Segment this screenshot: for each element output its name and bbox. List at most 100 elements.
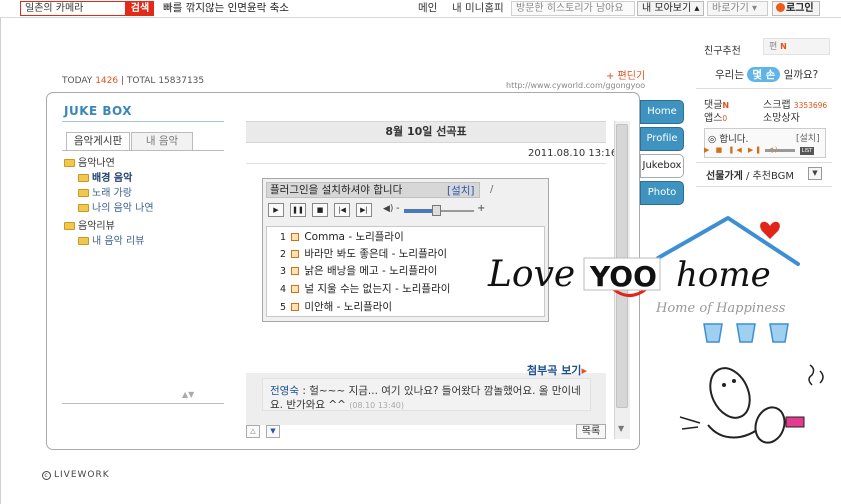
nav-minihompy[interactable]: 내 미니홈피 xyxy=(452,2,504,15)
comment-author[interactable]: 전영숙 xyxy=(270,385,299,397)
character-head xyxy=(709,367,751,419)
prev-icon: |◀ xyxy=(338,206,346,214)
login-icon xyxy=(776,3,785,12)
caret-down-icon: ▼ xyxy=(270,427,276,435)
tree-item-my-music-story[interactable]: 나의 음악 나연 xyxy=(78,202,154,216)
cup-icon xyxy=(736,323,756,343)
track-play-icon xyxy=(291,233,299,241)
days-together: 우리는 몇 손 일까요? xyxy=(715,67,818,82)
side-tab-home[interactable]: Home xyxy=(640,100,684,124)
play-icon: ▶ xyxy=(273,206,279,214)
mini-volume[interactable] xyxy=(765,149,795,152)
prev-button[interactable]: |◀ xyxy=(334,203,350,217)
track-title: 바라만 봐도 좋은데 - 노리플라이 xyxy=(304,248,448,260)
tab-music-board[interactable]: 음악게시판 xyxy=(66,132,130,151)
mini-player-setup[interactable]: [설치] xyxy=(796,131,820,144)
tree-label: 나의 음악 나연 xyxy=(92,203,154,214)
stat-label: 앱스 xyxy=(704,113,723,124)
next-icon: ▶| xyxy=(360,206,368,214)
stop-button[interactable]: ■ xyxy=(312,203,328,217)
collect-label: 내 모아보기 xyxy=(642,3,692,14)
gift-shop[interactable]: 선물가게 / 추천BGM xyxy=(706,167,794,182)
side-tab-profile[interactable]: Profile xyxy=(640,127,684,151)
track-number: 5 xyxy=(279,302,286,313)
scroll-down-icon[interactable]: ▼ xyxy=(618,424,624,433)
sidebar-divider xyxy=(696,162,832,163)
news-link[interactable]: 빠를 깎지않는 인면윤락 축소 xyxy=(163,2,289,15)
tab-divider xyxy=(62,150,224,151)
character-shoe xyxy=(785,416,805,428)
track-play-icon xyxy=(291,267,299,275)
chevron-down-icon: ▾ xyxy=(752,3,758,14)
nav-main[interactable]: 메인 xyxy=(418,2,437,15)
mini-list-button[interactable]: LIST xyxy=(800,147,814,155)
side-tab-photo[interactable]: Photo xyxy=(640,181,684,205)
collect-button[interactable]: 내 모아보기 ▴ xyxy=(637,1,704,16)
character-head-2 xyxy=(754,406,786,444)
tree-item-bgm[interactable]: 배경 음악 xyxy=(78,172,132,186)
tree-label: 노래 가랑 xyxy=(92,188,132,199)
copyright-icon: c xyxy=(42,471,51,480)
search-button[interactable]: 검색 xyxy=(126,1,154,16)
character-eye xyxy=(732,379,736,383)
history-dropdown[interactable]: 방문한 히스토리가 남아요 xyxy=(511,1,635,16)
folder-icon xyxy=(78,237,89,245)
scroll-arrows-icon[interactable]: ▲▼ xyxy=(182,390,194,399)
love-text: Love xyxy=(487,254,575,295)
shortcut-dropdown[interactable]: 바로가기 ▾ xyxy=(707,1,768,16)
up-button[interactable]: △ xyxy=(246,425,260,438)
stat-wishbox[interactable]: 소망상자 xyxy=(763,109,800,124)
stat-label: 소망상자 xyxy=(763,113,800,124)
left-border xyxy=(0,18,1,504)
doodle-illustration xyxy=(679,364,824,444)
stat-value: 0 xyxy=(722,114,728,123)
list-button[interactable]: 목록 xyxy=(576,424,606,439)
pause-button[interactable]: ❚❚ xyxy=(290,203,306,217)
tree-item-my-music-review[interactable]: 내 음악 리뷰 xyxy=(78,235,144,249)
track-play-icon xyxy=(291,285,299,293)
days-prefix: 우리는 xyxy=(715,69,744,81)
title-divider xyxy=(62,121,224,122)
total-label: TOTAL xyxy=(126,76,156,86)
down-button[interactable]: ▼ xyxy=(266,425,280,438)
volume-slider[interactable] xyxy=(432,205,441,216)
side-tab-jukebox[interactable]: Jukebox xyxy=(640,154,684,178)
hompy-url[interactable]: http://www.cyworld.com/ggongyoo xyxy=(506,81,645,90)
today-value: 1426 xyxy=(95,76,119,86)
attachment-link[interactable]: 첨부곡 보기▸ xyxy=(527,362,587,378)
edit-link[interactable]: + 편딘기 xyxy=(606,67,645,82)
folder-icon xyxy=(78,204,89,212)
login-button[interactable]: 로그인 xyxy=(772,1,820,16)
tab-my-music[interactable]: 내 음악 xyxy=(131,132,193,151)
gift-dropdown[interactable]: ▼ xyxy=(808,167,822,180)
friend-recommend[interactable]: 친구추천 xyxy=(704,42,741,57)
brand-label: LIVEWORK xyxy=(54,470,110,480)
play-button[interactable]: ▶ xyxy=(268,203,284,217)
folder-icon xyxy=(78,174,89,182)
tree-label: 음악리뷰 xyxy=(78,221,115,232)
comment: 전영숙 : 헐~~~ 지금... 여기 있나요? 들어왔다 깜놀했어요. 올 만… xyxy=(270,384,588,413)
search-input[interactable]: 일촌의 카메라 xyxy=(20,1,126,16)
heart-icon xyxy=(760,221,780,239)
tree-item-song-lyrics[interactable]: 노래 가랑 xyxy=(78,187,132,201)
post-date: 2011.08.10 13:16 xyxy=(528,148,618,159)
post-divider xyxy=(246,163,606,164)
tree-folder-music-stories[interactable]: 음악나연 xyxy=(64,157,115,171)
login-label: 로그인 xyxy=(786,3,814,14)
tree-folder-music-review[interactable]: 음악리뷰 xyxy=(64,220,115,234)
stat-apps[interactable]: 앱스0 xyxy=(704,109,727,124)
friend-box[interactable]: 편 N xyxy=(763,38,830,55)
post-title: 8월 10일 선곡표 xyxy=(246,121,606,143)
days-suffix: 일까요? xyxy=(783,69,819,81)
player-setup-link[interactable]: [설치] xyxy=(447,183,475,198)
footer-brand: c LIVEWORK xyxy=(42,470,110,480)
next-button[interactable]: ▶| xyxy=(356,203,372,217)
yoo-text: YOO xyxy=(589,260,657,293)
caret-up-icon: ▴ xyxy=(694,3,700,14)
today-label: TODAY xyxy=(62,76,93,86)
total-value: 15837135 xyxy=(158,76,205,86)
volume-minus[interactable]: - xyxy=(396,203,400,214)
cup-icon xyxy=(769,323,789,343)
doodle-scribble xyxy=(808,364,824,386)
character-eye xyxy=(722,383,726,387)
